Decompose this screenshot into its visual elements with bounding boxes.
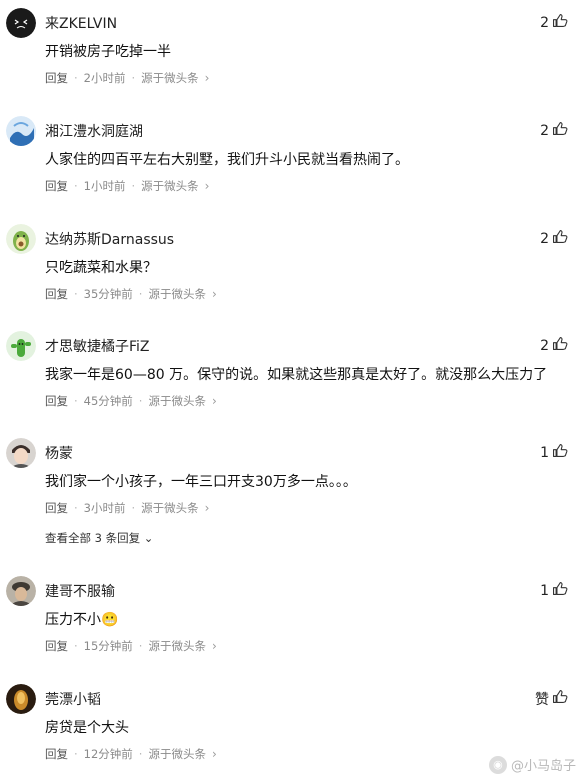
source-link[interactable]: 源于微头条 (141, 500, 199, 516)
chevron-right-icon[interactable]: › (212, 394, 217, 408)
reply-button[interactable]: 回复 (45, 178, 68, 194)
separator: · (74, 747, 78, 761)
separator: · (138, 639, 143, 653)
chevron-right-icon[interactable]: › (212, 287, 217, 301)
separator: · (74, 71, 78, 85)
username[interactable]: 才思敏捷橘子FiZ (45, 336, 150, 356)
comment-text: 开销被房子吃掉一半 (45, 44, 171, 60)
reply-button[interactable]: 回复 (45, 286, 68, 302)
separator: · (74, 501, 78, 515)
like-count: 1 (540, 582, 549, 599)
separator: · (74, 394, 78, 408)
comment-meta: 回复 · 1小时前 · 源于微头条 › (45, 178, 209, 194)
separator: · (138, 287, 143, 301)
like-count: 2 (540, 14, 549, 31)
chevron-right-icon[interactable]: › (205, 179, 210, 193)
comment-meta: 回复 · 35分钟前 · 源于微头条 › (45, 286, 217, 302)
source-link[interactable]: 源于微头条 (148, 393, 206, 409)
separator: · (131, 179, 136, 193)
separator: · (74, 639, 78, 653)
comment-text: 人家住的四百平左右大别墅，我们升斗小民就当看热闹了。 (45, 152, 409, 168)
timestamp: 2小时前 (83, 71, 126, 85)
thumbs-up-icon (551, 12, 568, 33)
chevron-right-icon[interactable]: › (205, 501, 210, 515)
timestamp: 15分钟前 (83, 639, 133, 653)
separator: · (74, 179, 78, 193)
source-link[interactable]: 源于微头条 (141, 178, 199, 194)
comment-text: 我们家一个小孩子，一年三口开支30万多一点。。。 (45, 474, 357, 490)
comment-text: 房贷是个大头 (45, 720, 129, 736)
source-link[interactable]: 源于微头条 (148, 638, 206, 654)
timestamp: 35分钟前 (83, 287, 133, 301)
username[interactable]: 杨蒙 (45, 443, 73, 463)
watermark: ◉ @小马岛子 (488, 755, 576, 774)
comment-meta: 回复 · 3小时前 · 源于微头条 › (45, 500, 209, 516)
comment-meta: 回复 · 2小时前 · 源于微头条 › (45, 70, 209, 86)
reply-button[interactable]: 回复 (45, 393, 68, 409)
thumbs-up-icon (551, 335, 568, 356)
timestamp: 45分钟前 (83, 394, 133, 408)
timestamp: 12分钟前 (83, 747, 133, 761)
avatar[interactable] (6, 331, 36, 361)
avatar[interactable] (6, 8, 36, 38)
comment-text: 只吃蔬菜和水果？ (45, 260, 157, 276)
like-count: 2 (540, 230, 549, 247)
comment-feed: 来ZKELVIN 2 开销被房子吃掉一半 回复 · 2小时前 · 源于微头条 ›… (0, 0, 588, 782)
comment-meta: 回复 · 45分钟前 · 源于微头条 › (45, 393, 217, 409)
chevron-down-icon: ⌄ (143, 531, 154, 545)
username[interactable]: 达纳苏斯Darnassus (45, 229, 174, 249)
reply-button[interactable]: 回复 (45, 70, 68, 86)
thumbs-up-icon (551, 688, 568, 709)
separator: · (74, 287, 78, 301)
watermark-logo-icon: ◉ (488, 755, 507, 774)
chevron-right-icon[interactable]: › (212, 747, 217, 761)
view-all-replies-link[interactable]: 查看全部 3 条回复 ⌄ (45, 530, 153, 546)
timestamp: 3小时前 (83, 501, 126, 515)
thumbs-up-icon (551, 580, 568, 601)
comment-meta: 回复 · 12分钟前 · 源于微头条 › (45, 746, 217, 762)
username[interactable]: 建哥不服输 (45, 581, 115, 601)
timestamp: 1小时前 (83, 179, 126, 193)
avatar[interactable] (6, 438, 36, 468)
separator: · (131, 501, 136, 515)
watermark-text: @小马岛子 (510, 759, 576, 774)
source-link[interactable]: 源于微头条 (148, 286, 206, 302)
reply-button[interactable]: 回复 (45, 500, 68, 516)
source-link[interactable]: 源于微头条 (148, 746, 206, 762)
separator: · (138, 747, 143, 761)
like-count: 2 (540, 337, 549, 354)
source-link[interactable]: 源于微头条 (141, 70, 199, 86)
comment-meta: 回复 · 15分钟前 · 源于微头条 › (45, 638, 217, 654)
username[interactable]: 来ZKELVIN (45, 13, 117, 33)
username[interactable]: 莞漂小韬 (45, 689, 101, 709)
comment-text: 我家一年是60—80 万。保守的说。如果就这些那真是太好了。就没那么大压力了 (45, 367, 548, 383)
like-button[interactable]: 赞 (535, 688, 568, 709)
reply-button[interactable]: 回复 (45, 638, 68, 654)
separator: · (138, 394, 143, 408)
view-replies-label: 查看全部 3 条回复 (45, 531, 141, 545)
separator: · (131, 71, 136, 85)
chevron-right-icon[interactable]: › (205, 71, 210, 85)
thumbs-up-icon (551, 120, 568, 141)
username[interactable]: 湘江澧水洞庭湖 (45, 121, 143, 141)
comment-text: 压力不小😬 (45, 612, 119, 628)
avatar[interactable] (6, 684, 36, 714)
avatar[interactable] (6, 224, 36, 254)
avatar[interactable] (6, 116, 36, 146)
like-count: 2 (540, 122, 549, 139)
like-button[interactable]: 2 (540, 12, 568, 33)
like-button[interactable]: 2 (540, 120, 568, 141)
like-button[interactable]: 2 (540, 335, 568, 356)
thumbs-up-icon (551, 442, 568, 463)
like-button[interactable]: 2 (540, 228, 568, 249)
like-count: 赞 (535, 691, 549, 708)
reply-button[interactable]: 回复 (45, 746, 68, 762)
like-button[interactable]: 1 (540, 442, 568, 463)
chevron-right-icon[interactable]: › (212, 639, 217, 653)
avatar[interactable] (6, 576, 36, 606)
like-count: 1 (540, 444, 549, 461)
thumbs-up-icon (551, 228, 568, 249)
like-button[interactable]: 1 (540, 580, 568, 601)
